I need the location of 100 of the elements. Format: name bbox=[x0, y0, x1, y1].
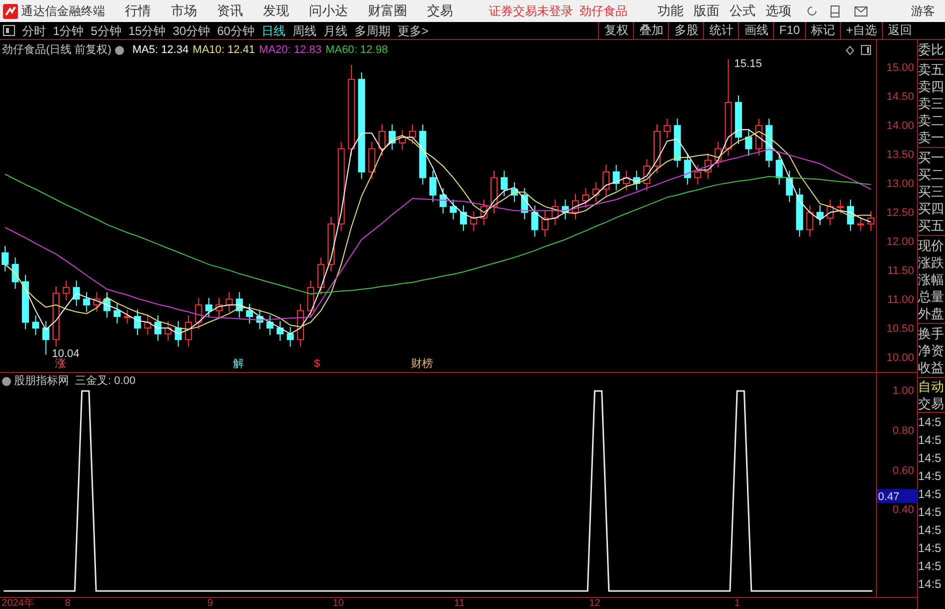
collapse-icon[interactable] bbox=[2, 377, 11, 386]
menu-item[interactable]: 资讯 bbox=[217, 1, 243, 21]
period-tab[interactable]: 60分钟 bbox=[217, 22, 254, 39]
period-tab[interactable]: 15分钟 bbox=[128, 22, 166, 39]
period-tab[interactable]: 月线 bbox=[323, 22, 348, 39]
menu-item[interactable]: 交易 bbox=[427, 1, 453, 21]
candlestick bbox=[460, 204, 467, 232]
candlestick bbox=[450, 199, 457, 220]
event-marker[interactable]: $ bbox=[314, 358, 320, 371]
price-axis-label: 12.00 bbox=[886, 236, 914, 248]
login-status[interactable]: 证券交易未登录 劲仔食品 bbox=[489, 2, 628, 20]
tool-button[interactable]: 返回 bbox=[882, 22, 917, 39]
tool-button[interactable]: 统计 bbox=[703, 22, 738, 39]
period-tab[interactable]: 5分钟 bbox=[90, 22, 122, 39]
price-axis-label: 14.50 bbox=[886, 90, 914, 103]
quote-field-label: 涨幅 bbox=[918, 271, 945, 288]
moving-average-label: MA20: 12.83 bbox=[259, 42, 322, 58]
quote-field-label: 现价 bbox=[918, 237, 945, 254]
tool-button[interactable]: 多股 bbox=[668, 22, 704, 39]
quote-field-label: 卖四 bbox=[918, 78, 945, 95]
candlestick bbox=[470, 210, 478, 232]
price-axis-label: 13.00 bbox=[886, 178, 914, 190]
moving-average-label: MA10: 12.41 bbox=[192, 42, 256, 58]
candlestick bbox=[328, 216, 335, 272]
tool-button[interactable]: +自选 bbox=[840, 22, 882, 39]
tool-button[interactable]: 标记 bbox=[804, 22, 840, 39]
candlestick bbox=[826, 199, 834, 226]
period-tab[interactable]: 30分钟 bbox=[172, 22, 210, 39]
mail-icon[interactable] bbox=[854, 6, 868, 16]
menu-item[interactable]: 财富圈 bbox=[368, 1, 407, 21]
collapse-icon[interactable] bbox=[115, 46, 124, 54]
menu-item[interactable]: 功能 bbox=[658, 1, 684, 21]
moving-average-label: MA60: 12.98 bbox=[325, 42, 388, 58]
candlestick bbox=[114, 303, 121, 324]
indicator-axis-label: 0.80 bbox=[892, 424, 914, 437]
quote-field-label: 买五 bbox=[918, 217, 945, 234]
candlestick bbox=[205, 297, 212, 318]
quote-field-label: 委比 bbox=[918, 41, 945, 58]
trade-time: 14:5 bbox=[918, 486, 942, 503]
candlestick bbox=[184, 314, 192, 348]
indicator-axis-label: 0.60 bbox=[892, 464, 914, 477]
indicator-axis-label: 0.40 bbox=[892, 504, 914, 516]
candlestick bbox=[664, 118, 671, 139]
trade-time: 14:5 bbox=[918, 504, 942, 521]
candlestick bbox=[42, 320, 50, 356]
trade-time: 14:5 bbox=[918, 414, 942, 431]
candlestick bbox=[2, 245, 9, 272]
menu-item[interactable]: 版面 bbox=[694, 1, 720, 21]
tool-button[interactable]: 画线 bbox=[738, 22, 774, 39]
indicator-value-label: 三金叉: 0.00 bbox=[75, 374, 136, 390]
quote-field-label: 卖一 bbox=[918, 129, 945, 146]
candlestick bbox=[32, 314, 40, 336]
period-tab[interactable]: 周线 bbox=[292, 22, 316, 39]
trade-label: 交易 bbox=[918, 395, 945, 413]
candlestick bbox=[602, 164, 610, 197]
candlestick bbox=[286, 326, 294, 348]
trade-time: 14:5 bbox=[918, 558, 942, 575]
menu-item[interactable]: 公式 bbox=[730, 1, 756, 21]
menu-item[interactable]: 选项 bbox=[766, 1, 792, 21]
app-title: 通达信金融终端 bbox=[21, 3, 105, 20]
period-tab[interactable]: 多周期 bbox=[354, 22, 390, 39]
period-tab[interactable]: 1分钟 bbox=[53, 22, 84, 39]
event-marker[interactable]: 解 bbox=[233, 358, 244, 371]
candlestick bbox=[52, 286, 60, 348]
candlestick bbox=[541, 210, 548, 238]
panel-toggle-icon[interactable] bbox=[3, 25, 15, 36]
logo-icon bbox=[3, 4, 18, 18]
menu-item[interactable]: 发现 bbox=[263, 1, 289, 21]
period-tab[interactable]: 更多> bbox=[397, 22, 428, 39]
panel-icon[interactable] bbox=[861, 45, 871, 55]
tool-button[interactable]: 叠加 bbox=[633, 22, 668, 39]
mode-label[interactable]: 自动 bbox=[918, 378, 945, 395]
refresh-icon[interactable] bbox=[806, 5, 818, 17]
indicator-axis-label: 1.00 bbox=[892, 384, 914, 397]
phone-icon[interactable] bbox=[830, 4, 840, 18]
trade-time: 14:5 bbox=[918, 576, 942, 593]
candlestick bbox=[296, 303, 304, 348]
event-marker[interactable]: 财榜 bbox=[411, 358, 433, 371]
tool-button[interactable]: 复权 bbox=[598, 22, 634, 39]
diamond-icon[interactable] bbox=[846, 46, 854, 55]
candlestick bbox=[776, 152, 783, 186]
quote-field-label: 买三 bbox=[918, 183, 945, 200]
candlestick bbox=[12, 256, 19, 290]
candlestick bbox=[134, 309, 142, 336]
time-axis-label: 1 bbox=[734, 598, 740, 609]
user-label[interactable]: 游客 bbox=[911, 2, 935, 20]
trade-time: 14:5 bbox=[918, 540, 942, 557]
menu-item[interactable]: 问小达 bbox=[309, 1, 348, 21]
quote-field-label: 卖三 bbox=[918, 95, 945, 112]
period-tab[interactable]: 分时 bbox=[22, 22, 46, 39]
time-axis-label: 12 bbox=[589, 598, 600, 609]
event-marker[interactable]: 涨 bbox=[55, 358, 66, 371]
tool-button[interactable]: F10 bbox=[773, 22, 805, 39]
quote-field-label: 换手 bbox=[918, 325, 945, 342]
menu-item[interactable]: 市场 bbox=[171, 1, 197, 21]
time-axis-label: 2024年 bbox=[2, 598, 34, 609]
period-tab[interactable]: 日线 bbox=[261, 22, 286, 39]
menu-item[interactable]: 行情 bbox=[125, 1, 151, 21]
quote-field-label: 买一 bbox=[918, 149, 945, 166]
candlestick bbox=[500, 170, 508, 197]
